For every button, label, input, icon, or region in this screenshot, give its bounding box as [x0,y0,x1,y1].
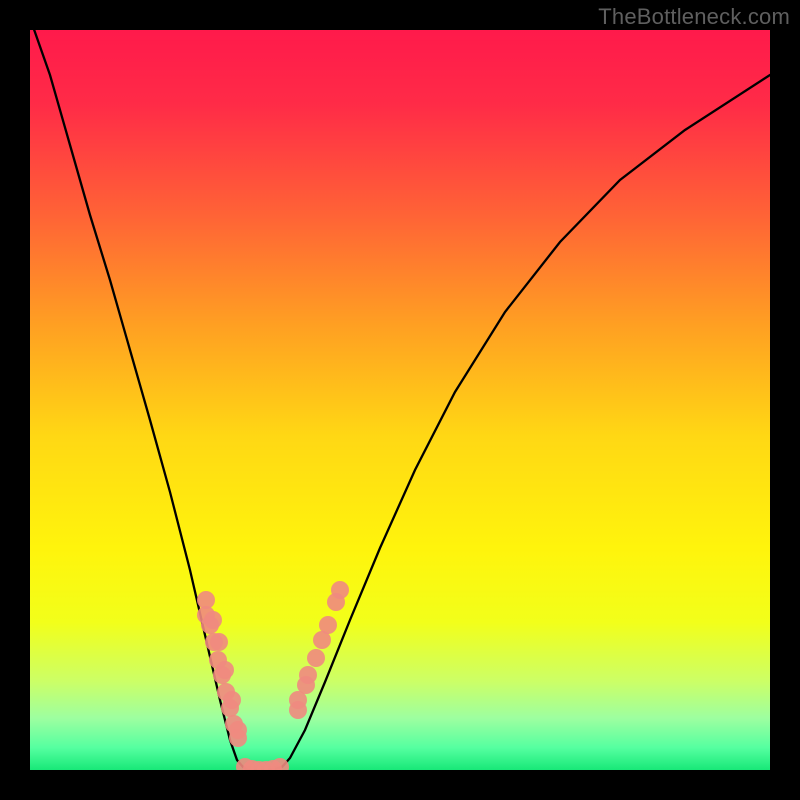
marker-dot [289,691,307,709]
marker-dot [197,591,215,609]
marker-dot [216,661,234,679]
marker-dot [210,633,228,651]
chart-frame: TheBottleneck.com [0,0,800,800]
marker-dot [229,721,247,739]
marker-dot [271,758,289,770]
marker-dot [299,666,317,684]
curve-layer [30,30,770,770]
marker-dot [223,691,241,709]
bottleneck-curve [30,30,770,770]
marker-dot [327,593,345,611]
plot-area [30,30,770,770]
watermark-text: TheBottleneck.com [598,4,790,30]
marker-dot [313,631,331,649]
data-markers [197,581,349,770]
marker-dot [204,611,222,629]
marker-dot [307,649,325,667]
